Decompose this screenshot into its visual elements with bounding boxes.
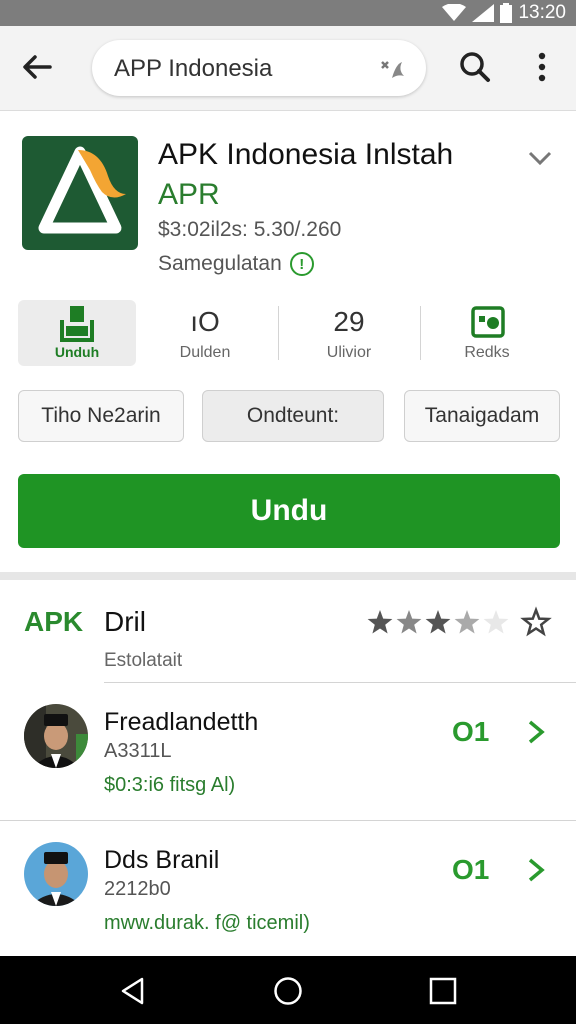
section-tag: APK — [24, 606, 84, 637]
section-title: Dril — [104, 606, 146, 637]
app-bar: APP Indonesia — [0, 26, 576, 111]
stat-divider — [278, 306, 279, 360]
app-category: Samegulatan ! — [158, 252, 314, 276]
stat-media[interactable]: Redks — [428, 300, 546, 366]
nav-back-icon[interactable] — [118, 976, 148, 1006]
stat-label: Ulivior — [326, 344, 372, 361]
rating-star-icon — [454, 610, 480, 634]
stat-divider — [420, 306, 421, 360]
stat-reviews: ıO Dulden — [146, 300, 264, 366]
reviewer-link[interactable]: mww.durak. f@ ticemil) — [104, 912, 310, 935]
rating-star-icon — [396, 610, 422, 634]
chip-3[interactable]: Tanaigadam — [404, 390, 560, 442]
reviewer-link[interactable]: $0:3:i6 fitsg Al) — [104, 774, 235, 797]
reviewer-id: A3311L — [104, 740, 172, 762]
rating-star-icon — [425, 610, 451, 634]
stat-value: 29 — [333, 306, 365, 337]
app-meta: $3:02il2s: 5.30/.260 — [158, 218, 342, 241]
app-logo — [22, 136, 138, 250]
nav-recents-icon[interactable] — [428, 976, 458, 1006]
chip-2[interactable]: Ondteunt: — [202, 390, 384, 442]
category-label: Samegulatan — [158, 252, 282, 275]
chevron-right-icon[interactable] — [526, 718, 546, 746]
download-icon — [60, 306, 94, 342]
status-bar: 13:20 — [0, 0, 576, 26]
chevron-right-icon[interactable] — [526, 856, 546, 884]
back-arrow-icon[interactable] — [20, 50, 54, 84]
rating-stars — [367, 606, 552, 637]
list-divider — [0, 820, 576, 821]
avatar — [24, 842, 88, 906]
rating-star-icon — [367, 610, 393, 634]
info-icon[interactable]: ! — [289, 252, 314, 276]
battery-icon — [500, 3, 513, 23]
more-vert-icon[interactable] — [530, 50, 554, 84]
stat-rating: 29 Ulivior — [290, 300, 408, 366]
photo-icon — [471, 306, 505, 338]
stat-value: ıO — [190, 306, 220, 337]
system-nav-bar — [0, 956, 576, 1024]
stat-download[interactable]: Unduh — [18, 300, 136, 366]
search-input[interactable]: APP Indonesia — [92, 40, 426, 96]
chevron-down-icon[interactable] — [526, 146, 554, 170]
section-divider — [0, 572, 576, 580]
signal-icon — [472, 4, 495, 22]
stat-label: Dulden — [179, 344, 231, 361]
search-icon[interactable] — [458, 50, 492, 84]
stat-label: Unduh — [54, 344, 100, 360]
chip-1[interactable]: Tiho Ne2arin — [18, 390, 184, 442]
section-subtitle: Estolatait — [104, 650, 183, 671]
reviewer-id: 2212b0 — [104, 878, 171, 900]
clear-sparkle-icon[interactable] — [378, 56, 406, 82]
avatar — [24, 704, 88, 768]
search-query: APP Indonesia — [114, 55, 273, 82]
nav-home-icon[interactable] — [273, 976, 303, 1006]
reviewer-count: O1 — [452, 854, 490, 885]
wifi-icon — [442, 4, 467, 21]
reviewer-count: O1 — [452, 716, 490, 747]
developer-name[interactable]: APR — [158, 178, 220, 212]
favorite-star-icon[interactable] — [520, 606, 552, 637]
app-title: APK Indonesia Inlstah — [158, 138, 454, 171]
reviewer-name: Dds Branil — [104, 846, 220, 874]
rating-star-icon — [483, 610, 509, 634]
list-divider — [104, 682, 576, 683]
status-time: 13:20 — [518, 2, 566, 23]
install-button[interactable]: Undu — [18, 474, 560, 548]
stat-label: Redks — [464, 344, 510, 361]
stats-row: Unduh ıO Dulden 29 Ulivior Redks — [18, 300, 558, 368]
reviewer-name: Freadlandetth — [104, 708, 259, 736]
